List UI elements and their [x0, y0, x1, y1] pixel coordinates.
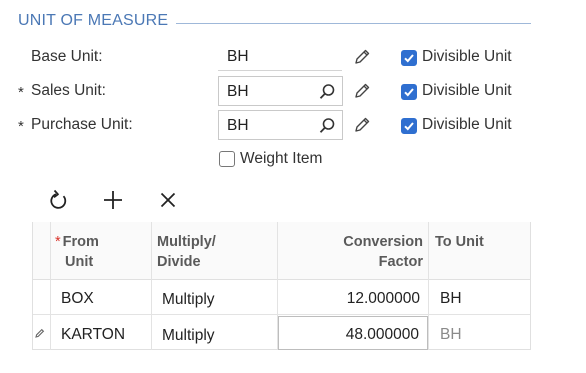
base-unit-value: BH [227, 48, 249, 65]
col-header-multiply-divide[interactable]: Multiply/ Divide [157, 232, 216, 272]
purchase-required-mark: * [18, 118, 24, 135]
col-header-conversion-factor[interactable]: Conversion Factor [283, 232, 423, 272]
col-header-from-unit[interactable]: * From Unit [55, 232, 99, 272]
required-mark: * [55, 234, 61, 250]
refresh-icon[interactable] [45, 186, 73, 214]
weight-item-checkbox[interactable] [219, 151, 235, 167]
sales-required-mark: * [18, 84, 24, 101]
sales-unit-value: BH [227, 83, 249, 100]
delete-icon[interactable] [154, 186, 182, 214]
row-to-unit[interactable]: BH [440, 326, 462, 344]
header-line1: To Unit [435, 234, 484, 250]
row-multiply-divide[interactable]: Multiply [162, 327, 215, 345]
edit-base-unit-pencil-icon[interactable] [352, 47, 372, 67]
base-divisible-checkbox[interactable] [401, 50, 417, 66]
purchase-divisible-label: Divisible Unit [422, 116, 512, 133]
sales-divisible-label: Divisible Unit [422, 82, 512, 99]
purchase-unit-label: Purchase Unit: [31, 116, 133, 133]
row-from-unit[interactable]: KARTON [61, 326, 125, 344]
col-header-to-unit[interactable]: To Unit [435, 232, 484, 252]
sales-divisible-checkbox[interactable] [401, 84, 417, 100]
edit-purchase-unit-pencil-icon[interactable] [352, 115, 372, 135]
header-line2: Factor [378, 254, 423, 270]
base-divisible-label: Divisible Unit [422, 48, 512, 65]
sales-unit-label: Sales Unit: [31, 82, 106, 99]
purchase-unit-value: BH [227, 117, 249, 134]
weight-item-label: Weight Item [240, 150, 323, 167]
row-to-unit[interactable]: BH [440, 290, 462, 308]
header-line2: Unit [65, 254, 94, 270]
conversion-factor-input[interactable]: 48.000000 [278, 316, 428, 350]
row-conversion-factor[interactable]: 12.000000 [283, 290, 420, 308]
search-icon[interactable] [318, 117, 336, 135]
add-icon[interactable] [99, 186, 127, 214]
header-line1: From [62, 234, 99, 250]
header-line1: Conversion [343, 234, 423, 250]
purchase-divisible-checkbox[interactable] [401, 118, 417, 134]
section-divider [176, 23, 531, 24]
search-icon[interactable] [318, 83, 336, 101]
row-multiply-divide[interactable]: Multiply [162, 291, 215, 309]
header-line1: Multiply/ [157, 234, 216, 250]
edit-sales-unit-pencil-icon[interactable] [352, 81, 372, 101]
sales-unit-field[interactable]: BH [218, 76, 343, 106]
row-edit-pencil-icon [34, 326, 46, 344]
base-unit-label: Base Unit: [31, 48, 103, 65]
base-unit-underline [218, 70, 342, 71]
section-title: UNIT OF MEASURE [18, 12, 169, 29]
row-conversion-factor: 48.000000 [345, 326, 419, 343]
purchase-unit-field[interactable]: BH [218, 110, 343, 140]
row-from-unit[interactable]: BOX [61, 290, 94, 308]
header-line2: Divide [157, 254, 201, 270]
